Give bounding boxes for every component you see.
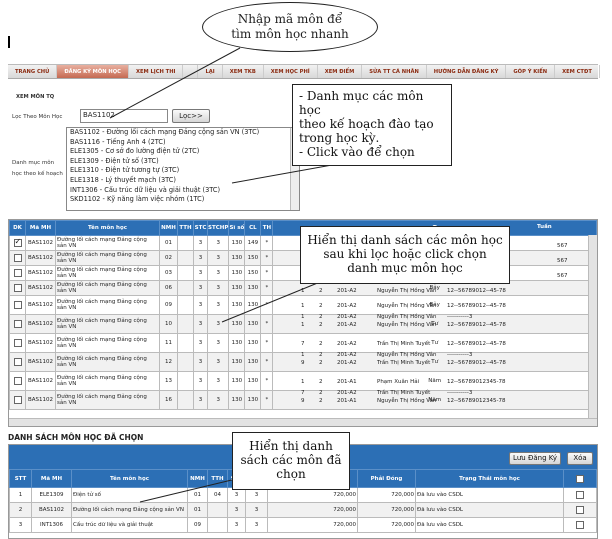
callout-filtered-list-tip: Hiển thị danh sách các môn học sau khi l… (300, 226, 510, 284)
callout-text: - Danh mục các môn học (299, 89, 424, 117)
callout-text: Hiển thị danh sách các môn học (307, 233, 503, 247)
callout-text: Nhập mã môn để tìm môn học nhanh (231, 12, 349, 41)
callout-text: sau khi lọc hoặc click chọn (323, 247, 487, 261)
callout-text: - Click vào để chọn (299, 145, 415, 159)
callout-course-list-tip: - Danh mục các môn học theo kế hoạch đào… (292, 84, 452, 166)
callout-search-tip: Nhập mã môn để tìm môn học nhanh (202, 2, 378, 52)
callout-text: Hiển thị danh (249, 439, 333, 453)
callout-text: chọn (276, 467, 306, 481)
callout-text: danh mục môn học (347, 261, 463, 275)
callout-text: trong học kỳ. (299, 131, 380, 145)
callout-text: sách các môn đã (240, 453, 342, 467)
callout-selected-list-tip: Hiển thị danh sách các môn đã chọn (232, 432, 350, 490)
callout-text: theo kế hoạch đào tạo (299, 117, 434, 131)
